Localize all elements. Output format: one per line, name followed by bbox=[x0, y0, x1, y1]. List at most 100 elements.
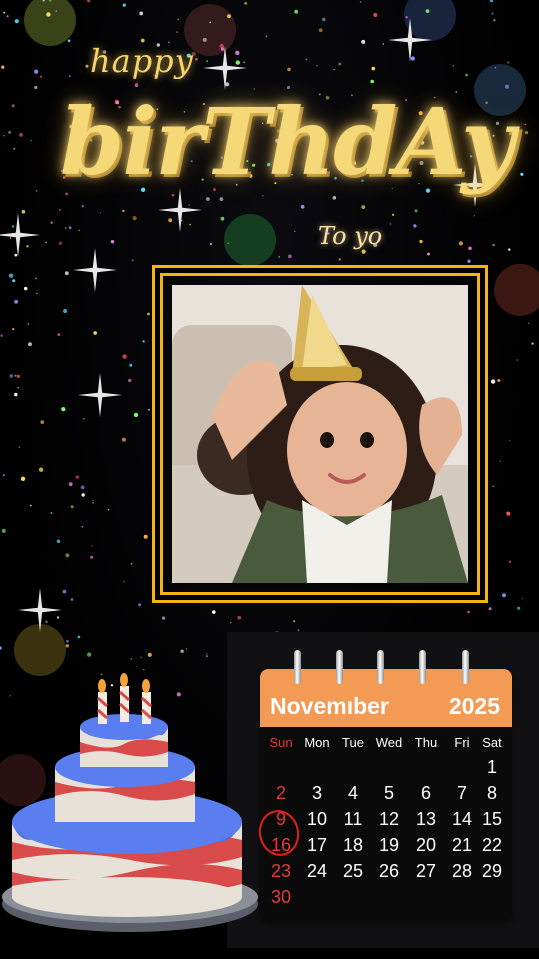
calendar-day[interactable]: 12 bbox=[371, 809, 407, 830]
sparkle-dot bbox=[45, 241, 47, 244]
sparkle-dot bbox=[508, 248, 511, 251]
sparkle-dot bbox=[130, 562, 133, 565]
sparkle-dot bbox=[502, 593, 506, 598]
sparkle-dot bbox=[405, 16, 408, 19]
sparkle-dot bbox=[370, 79, 375, 84]
sparkle-dot bbox=[81, 493, 85, 497]
sparkle-dot bbox=[21, 209, 26, 214]
sparkle-dot bbox=[488, 607, 492, 611]
sparkle-dot bbox=[465, 73, 468, 77]
calendar-day[interactable]: 19 bbox=[371, 835, 407, 856]
sparkle-dot bbox=[230, 622, 232, 624]
calendar-day[interactable]: 20 bbox=[408, 835, 444, 856]
calendar-day[interactable]: 22 bbox=[474, 835, 510, 856]
sparkle-dot bbox=[0, 646, 2, 650]
sparkle-dot bbox=[297, 629, 300, 631]
calendar-day[interactable]: 29 bbox=[474, 861, 510, 882]
sparkle-dot bbox=[14, 374, 17, 377]
sparkle-dot bbox=[134, 83, 139, 87]
calendar-day[interactable]: 26 bbox=[371, 861, 407, 882]
photo-frame bbox=[152, 265, 488, 603]
calendar-day[interactable]: 17 bbox=[299, 835, 335, 856]
sparkle-dot bbox=[227, 242, 229, 245]
sparkle-dot bbox=[68, 482, 73, 487]
sparkle-dot bbox=[318, 28, 323, 33]
bokeh-light bbox=[24, 0, 76, 46]
sparkle-dot bbox=[17, 386, 20, 389]
sparkle-dot bbox=[161, 616, 166, 620]
sparkle-dot bbox=[11, 225, 15, 228]
sparkle-dot bbox=[107, 508, 110, 511]
birthday-cake-illustration bbox=[2, 673, 258, 932]
sparkle-dot bbox=[288, 254, 292, 259]
sparkle-dot bbox=[131, 259, 134, 262]
sparkle-dot bbox=[129, 363, 133, 367]
sparkle-dot bbox=[122, 354, 127, 359]
sparkle-dot bbox=[382, 43, 385, 45]
sparkle-dot bbox=[492, 243, 496, 247]
sparkle-dot bbox=[50, 512, 53, 514]
bokeh-light bbox=[224, 214, 276, 266]
sparkle-dot bbox=[373, 13, 378, 17]
calendar: Novemıber 2025 Sun Mon Tue Wed Thu Fri Sat 1 2 3 4… bbox=[260, 669, 512, 921]
child-with-party-hat-illustration bbox=[172, 285, 468, 583]
sparkle-dot bbox=[206, 655, 208, 657]
calendar-day[interactable]: 8 bbox=[474, 783, 510, 804]
sparkle-dot bbox=[67, 39, 71, 42]
sparkle-dot bbox=[59, 209, 61, 211]
calendar-day[interactable]: 1 bbox=[474, 757, 510, 778]
sparkle-dot bbox=[180, 649, 184, 653]
sparkle-dot bbox=[28, 342, 32, 347]
calendar-day[interactable]: 27 bbox=[408, 861, 444, 882]
sparkle-dot bbox=[9, 374, 14, 378]
sparkle-dot bbox=[142, 340, 145, 343]
sparkle-dot bbox=[81, 525, 84, 528]
sparkle-dot bbox=[45, 620, 48, 623]
sparkle-dot bbox=[56, 616, 60, 619]
calendar-day[interactable]: 5 bbox=[371, 783, 407, 804]
sparkle-dot bbox=[3, 11, 6, 14]
sparkle-dot bbox=[520, 172, 524, 176]
sparkle-dot bbox=[147, 652, 152, 658]
sparkle-dot bbox=[209, 243, 213, 246]
sparkle-dot bbox=[300, 204, 305, 209]
sparkle-dot bbox=[83, 417, 85, 420]
sparkle-dot bbox=[14, 253, 18, 257]
sparkle-dot bbox=[77, 635, 81, 639]
sparkle-dot bbox=[147, 312, 150, 316]
sparkle-dot bbox=[55, 10, 58, 13]
sparkle-dot bbox=[63, 308, 68, 314]
sparkle-dot bbox=[11, 104, 15, 108]
sparkle-dot bbox=[30, 504, 32, 507]
sparkle-dot bbox=[35, 189, 38, 192]
sparkle-dot bbox=[359, 1, 362, 3]
sparkle-dot bbox=[390, 223, 392, 225]
sparkle-dot bbox=[87, 0, 91, 3]
sparkle-dot bbox=[491, 12, 494, 15]
sparkle-dot bbox=[139, 11, 144, 16]
calendar-day[interactable]: 6 bbox=[408, 783, 444, 804]
weekday-thu: Thu bbox=[414, 735, 438, 750]
calendar-day[interactable]: 10 bbox=[299, 809, 335, 830]
calendar-day[interactable]: 3 bbox=[299, 783, 335, 804]
sparkle-dot bbox=[219, 197, 224, 202]
weekday-wed: Wed bbox=[375, 735, 403, 750]
sparkle-dot bbox=[46, 12, 51, 17]
sparkle-dot bbox=[293, 620, 296, 623]
sparkle-dot bbox=[56, 539, 61, 544]
calendar-day[interactable]: 25 bbox=[335, 861, 371, 882]
calendar-day[interactable]: 4 bbox=[335, 783, 371, 804]
calendar-day[interactable]: 11 bbox=[335, 809, 371, 830]
sparkle-dot bbox=[467, 610, 470, 614]
calendar-day[interactable]: 15 bbox=[474, 809, 510, 830]
sparkle-dot bbox=[316, 65, 318, 67]
sparkle-dot bbox=[18, 446, 21, 449]
sparkle-dot bbox=[143, 534, 148, 539]
sparkle-dot bbox=[24, 286, 28, 291]
calendar-day[interactable]: 13 bbox=[408, 809, 444, 830]
sparkle-dot bbox=[473, 215, 476, 217]
weekday-mon: Mon bbox=[304, 735, 330, 750]
sparkle-dot bbox=[294, 9, 299, 14]
calendar-day[interactable]: 18 bbox=[335, 835, 371, 856]
calendar-day[interactable]: 24 bbox=[299, 861, 335, 882]
